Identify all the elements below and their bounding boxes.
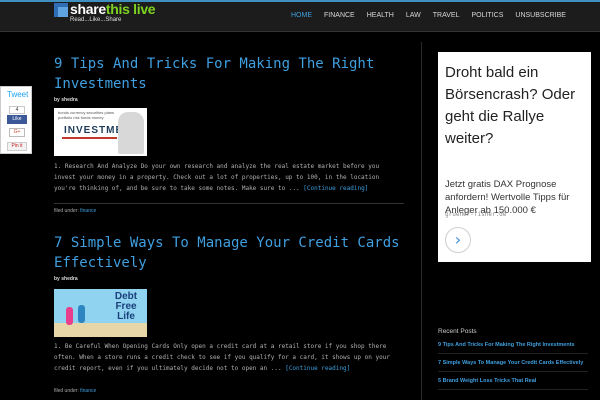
facebook-like-count: 4 [9, 106, 25, 114]
thumbnail-underline [62, 137, 117, 139]
ad-headline[interactable]: Droht bald ein Börsencrash? Oder geht di… [445, 62, 590, 150]
nav-law[interactable]: LAW [400, 0, 427, 32]
post-excerpt: 1. Research And Analyze Do your own rese… [54, 163, 380, 192]
post-title[interactable]: 9 Tips And Tricks For Making The Right I… [54, 54, 404, 94]
site-logo[interactable]: sharethis live Read...Like...Share [54, 1, 172, 27]
nav-finance[interactable]: FINANCE [318, 0, 361, 32]
recent-post-link[interactable]: 7 Simple Ways To Manage Your Credit Card… [438, 358, 588, 372]
recent-posts-heading: Recent Posts [438, 328, 477, 335]
google-plus-button[interactable]: G+ [9, 128, 25, 137]
top-bar: sharethis live Read...Like...Share HOME … [0, 0, 600, 32]
category-link[interactable]: finance [80, 208, 96, 214]
social-share-bar: Tweet 4 Like G+ Pin it [0, 86, 32, 154]
thumbnail-word-cloud: bonds currency securities plans portfoli… [58, 110, 115, 120]
thumbnail-beach [54, 323, 147, 337]
continue-reading-link[interactable]: [Continue reading] [303, 185, 368, 192]
recent-post-link[interactable]: 5 Brand Weight Loss Tricks That Real [438, 376, 588, 390]
person-figure-icon [66, 307, 73, 325]
hand-figure-icon [118, 112, 144, 154]
person-figure-icon [78, 305, 85, 323]
post-byline: by shedra [54, 97, 78, 103]
post-author[interactable]: shedra [61, 97, 77, 103]
nav-travel[interactable]: TRAVEL [427, 0, 466, 32]
sidebar-ad[interactable]: Droht bald ein Börsencrash? Oder geht di… [438, 52, 591, 262]
logo-text: sharethis live [70, 1, 156, 17]
post-author[interactable]: shedra [61, 276, 77, 282]
chevron-right-icon[interactable]: › [445, 227, 471, 253]
logo-mark [54, 3, 68, 17]
sidebar-divider [421, 42, 422, 400]
post-thumbnail[interactable]: Debt Free Life [54, 289, 147, 337]
nav-home[interactable]: HOME [285, 0, 318, 32]
category-link[interactable]: finance [80, 388, 96, 394]
pinterest-button[interactable]: Pin it [7, 142, 27, 151]
post-category-line: filed under: finance [54, 208, 97, 214]
main-nav: HOME FINANCE HEALTH LAW TRAVEL POLITICS … [285, 0, 572, 32]
ad-domain: gruener-fisher.de [445, 211, 507, 218]
recent-posts-list: 9 Tips And Tricks For Making The Right I… [438, 340, 588, 394]
post-excerpt: 1. Be Careful When Opening Cards Only op… [54, 343, 390, 372]
nav-unsubscribe[interactable]: UNSUBSCRIBE [509, 0, 572, 32]
nav-health[interactable]: HEALTH [361, 0, 400, 32]
tweet-button[interactable]: Tweet [7, 90, 28, 99]
logo-tagline: Read...Like...Share [70, 17, 122, 23]
post-category-line: filed under: finance [54, 388, 97, 394]
recent-post-link[interactable]: 9 Tips And Tricks For Making The Right I… [438, 340, 588, 354]
nav-politics[interactable]: POLITICS [465, 0, 509, 32]
thumbnail-heading: Debt Free Life [114, 291, 138, 322]
post-thumbnail[interactable]: bonds currency securities plans portfoli… [54, 108, 147, 156]
facebook-like-button[interactable]: Like [7, 115, 27, 124]
continue-reading-link[interactable]: [Continue reading] [285, 365, 350, 372]
post-divider [54, 203, 404, 204]
post-byline: by shedra [54, 276, 78, 282]
post-title[interactable]: 7 Simple Ways To Manage Your Credit Card… [54, 233, 404, 273]
